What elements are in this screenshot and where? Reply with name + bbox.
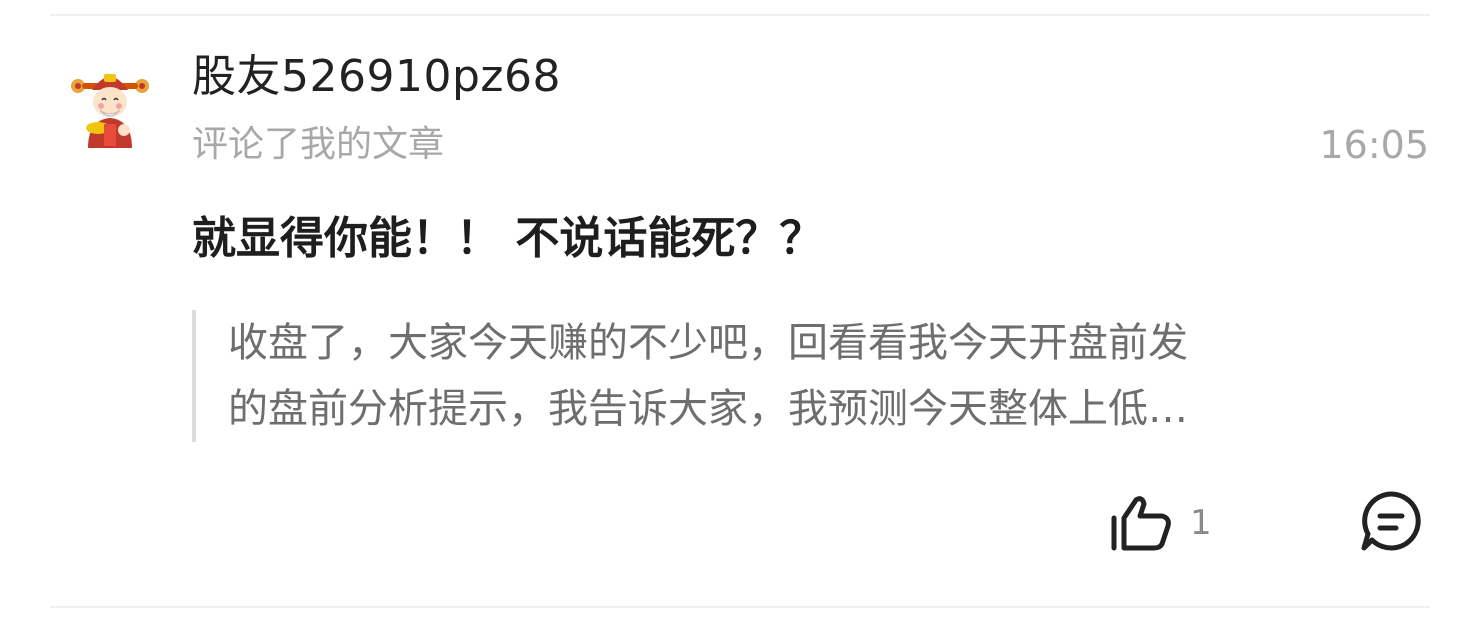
- quoted-article-line-2: 的盘前分析提示，我告诉大家，我预测今天整体上低…: [228, 386, 1188, 432]
- username[interactable]: 股友526910pz68: [192, 48, 561, 106]
- caishen-avatar-icon: [71, 74, 149, 148]
- timestamp: 16:05: [1319, 123, 1429, 167]
- user-avatar[interactable]: [64, 60, 156, 152]
- bottom-divider: [50, 606, 1430, 608]
- comment-bubble-icon: [1361, 491, 1421, 551]
- like-count: 1: [1190, 503, 1212, 543]
- reply-button[interactable]: [1358, 488, 1424, 554]
- quoted-article[interactable]: 收盘了，大家今天赚的不少吧，回看看我今天开盘前发 的盘前分析提示，我告诉大家，我…: [192, 310, 1428, 442]
- comment-text: 就显得你能！！ 不说话能死？？: [192, 213, 824, 264]
- top-divider: [50, 14, 1430, 16]
- action-text: 评论了我的文章: [192, 124, 445, 165]
- quoted-article-line-1: 收盘了，大家今天赚的不少吧，回看看我今天开盘前发: [228, 320, 1188, 366]
- like-button[interactable]: 1: [1108, 492, 1212, 554]
- thumbs-up-icon: [1111, 496, 1171, 551]
